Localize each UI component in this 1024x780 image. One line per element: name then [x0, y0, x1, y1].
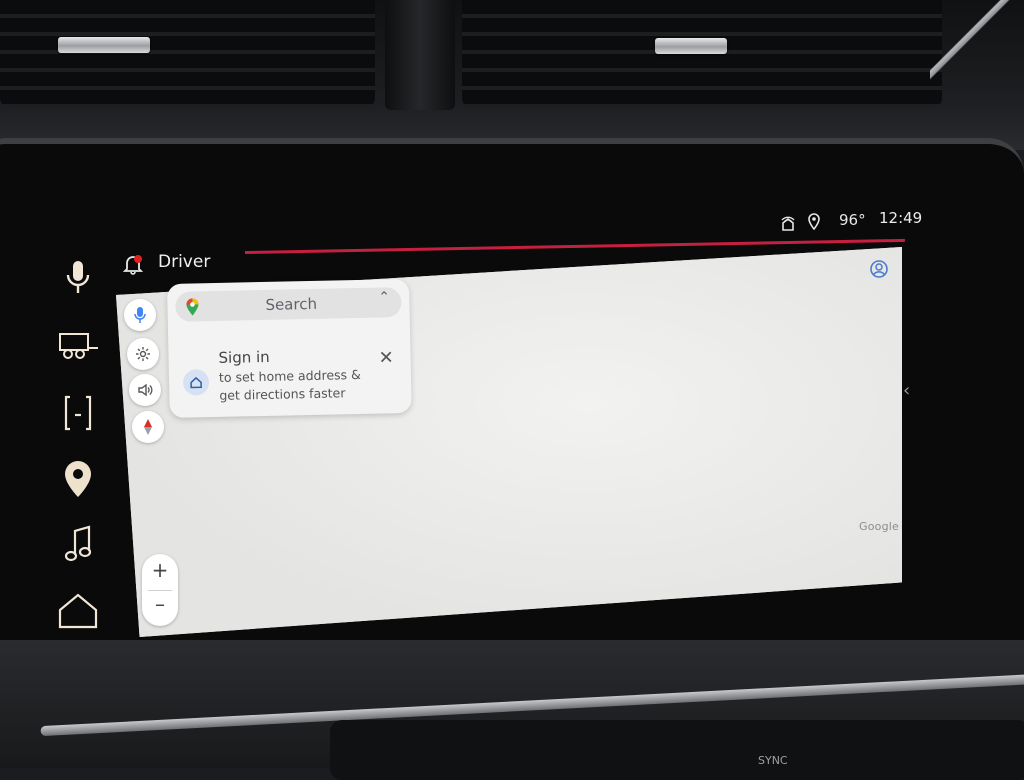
google-attribution: Google	[859, 520, 899, 533]
music-note-icon	[64, 525, 92, 562]
vent-knob-right[interactable]	[655, 38, 727, 54]
dashboard-upper-trim	[0, 0, 1024, 150]
driver-label: Driver	[158, 252, 211, 272]
speaker-icon	[138, 383, 153, 397]
rail-home[interactable]	[48, 586, 108, 636]
microphone-icon	[66, 261, 90, 293]
chevron-up-icon[interactable]: ⌃	[378, 289, 390, 305]
rail-navigation[interactable]	[48, 454, 108, 504]
notification-bell-icon[interactable]	[122, 253, 144, 279]
chrome-trim	[930, 0, 1024, 80]
signin-title[interactable]: Sign in	[218, 348, 270, 367]
google-maps-pin-icon	[185, 297, 199, 320]
outside-temperature: 96°	[839, 211, 866, 229]
microphone-icon	[134, 307, 146, 323]
gear-icon	[136, 347, 150, 361]
status-bar: 96° 12:49	[775, 208, 925, 232]
signin-description: to set home address & get directions fas…	[218, 366, 361, 403]
connected-home-icon	[780, 215, 796, 235]
vent-knob-left[interactable]	[58, 37, 150, 53]
rail-media[interactable]	[48, 520, 108, 570]
air-vent-left	[0, 0, 375, 108]
climate-panel	[330, 720, 1024, 780]
air-vent-right	[462, 0, 942, 108]
zoom-control: + –	[142, 554, 178, 626]
location-icon	[808, 213, 820, 234]
search-bar[interactable]: Search ⌃	[175, 287, 402, 322]
compass-icon	[144, 419, 152, 435]
home-icon	[190, 376, 202, 389]
search-input[interactable]: Search	[265, 295, 317, 314]
rail-voice[interactable]	[48, 252, 108, 302]
zoom-divider	[148, 590, 172, 591]
rail-trailer[interactable]	[48, 320, 108, 370]
phone-projection-icon	[64, 395, 92, 431]
compass-button[interactable]	[132, 411, 164, 443]
voice-search-button[interactable]	[124, 299, 156, 331]
search-card: Search ⌃ Sign in to set home address & g…	[167, 278, 412, 418]
zoom-in-button[interactable]: +	[142, 558, 178, 588]
clock: 12:49	[879, 209, 923, 227]
app-rail	[48, 250, 108, 640]
close-icon[interactable]: ✕	[378, 347, 394, 368]
home-badge	[182, 369, 210, 396]
volume-button[interactable]	[129, 374, 161, 406]
zoom-out-button[interactable]: –	[142, 592, 178, 622]
account-icon[interactable]	[869, 259, 889, 283]
home-icon	[58, 593, 98, 629]
rail-phone-projection[interactable]	[48, 388, 108, 438]
chevron-left-icon[interactable]: ‹	[903, 380, 910, 401]
trailer-icon	[59, 333, 98, 359]
navigation-pin-icon	[65, 461, 91, 497]
settings-button[interactable]	[127, 338, 159, 370]
vent-divider	[385, 0, 455, 110]
sync-button-label[interactable]: SYNC	[758, 754, 788, 767]
